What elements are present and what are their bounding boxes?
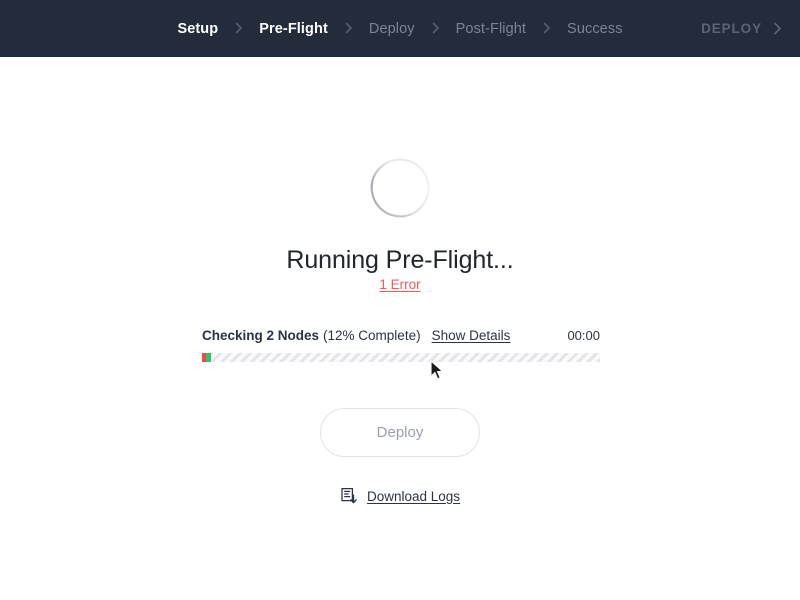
- progress-header-row: Checking 2 Nodes (12% Complete) Show Det…: [202, 328, 600, 345]
- breadcrumb-item-post-flight[interactable]: Post-Flight: [455, 21, 527, 37]
- header-deploy-label: DEPLOY: [701, 21, 762, 36]
- top-navigation-bar: Setup Pre-Flight Deploy Post-Flight Succ…: [0, 0, 800, 57]
- document-download-icon: [340, 487, 358, 505]
- breadcrumb-item-pre-flight[interactable]: Pre-Flight: [258, 21, 329, 37]
- chevron-right-icon: [527, 22, 566, 34]
- progress-section: Checking 2 Nodes (12% Complete) Show Det…: [202, 328, 600, 362]
- chevron-right-icon: [416, 22, 455, 34]
- chevron-right-icon: [773, 22, 782, 35]
- header-deploy-action[interactable]: DEPLOY: [701, 0, 782, 57]
- loading-spinner-icon: [369, 157, 431, 219]
- progress-segment-success: [205, 353, 212, 362]
- breadcrumb-item-setup[interactable]: Setup: [176, 21, 219, 37]
- breadcrumb-item-deploy[interactable]: Deploy: [368, 21, 416, 37]
- show-details-link[interactable]: Show Details: [432, 328, 511, 343]
- progress-nodes-label: Checking 2 Nodes: [202, 328, 320, 343]
- mouse-pointer-icon: [430, 360, 446, 382]
- download-logs-container[interactable]: Download Logs: [0, 487, 800, 505]
- progress-bar: [202, 353, 600, 362]
- main-content: Running Pre-Flight... 1 Error Checking 2…: [0, 57, 800, 600]
- error-summary: 1 Error: [0, 276, 800, 294]
- deploy-button-container: Deploy: [0, 408, 800, 457]
- chevron-right-icon: [329, 22, 368, 34]
- page-title: Running Pre-Flight...: [286, 246, 514, 274]
- deploy-button[interactable]: Deploy: [320, 408, 480, 457]
- progress-timer: 00:00: [567, 328, 600, 343]
- breadcrumb-item-success[interactable]: Success: [566, 21, 624, 37]
- error-count-link[interactable]: 1 Error: [379, 277, 420, 292]
- progress-percent-label: (12% Complete): [323, 328, 421, 343]
- chevron-right-icon: [219, 22, 258, 34]
- download-logs-link[interactable]: Download Logs: [367, 489, 460, 504]
- breadcrumb: Setup Pre-Flight Deploy Post-Flight Succ…: [0, 0, 800, 57]
- spinner-container: [0, 157, 800, 219]
